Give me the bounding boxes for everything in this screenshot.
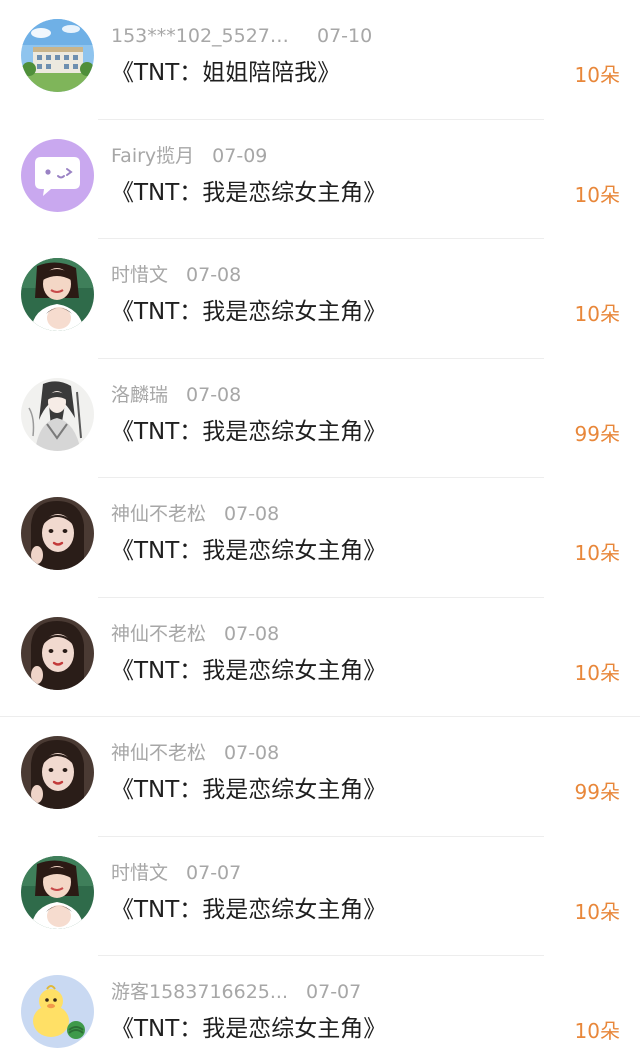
meta-line: 时惜文 07-07	[111, 860, 241, 886]
post-date: 07-07	[186, 861, 242, 884]
username[interactable]: 游客1583716625...	[111, 979, 288, 1005]
list-item[interactable]: 神仙不老松 07-08 《TNT：我是恋综女主角》 99朵	[0, 717, 640, 837]
girl-portrait-avatar-icon[interactable]	[21, 736, 94, 809]
gift-record-list: 153***102_55276... 07-10 《TNT：姐姐陪陪我》 10朵 …	[0, 0, 640, 1055]
meta-line: Fairy揽月 07-09	[111, 143, 267, 169]
username[interactable]: 洛麟瑞	[111, 382, 168, 408]
flower-count: 10朵	[574, 1019, 620, 1043]
book-title[interactable]: 《TNT：姐姐陪陪我》	[111, 57, 340, 89]
post-date: 07-10	[317, 25, 373, 47]
meta-line: 神仙不老松 07-08	[111, 621, 279, 647]
flower-count: 10朵	[574, 63, 620, 87]
list-item[interactable]: 游客1583716625... 07-07 《TNT：我是恋综女主角》 10朵	[0, 956, 640, 1055]
list-item[interactable]: 153***102_55276... 07-10 《TNT：姐姐陪陪我》 10朵	[0, 0, 640, 120]
username[interactable]: 时惜文	[111, 262, 168, 288]
username[interactable]: 时惜文	[111, 860, 168, 886]
post-date: 07-08	[224, 503, 280, 525]
ink-swordsman-avatar-icon[interactable]	[21, 377, 94, 451]
username[interactable]: 153***102_55276...	[111, 23, 299, 49]
list-item[interactable]: Fairy揽月 07-09 《TNT：我是恋综女主角》 10朵	[0, 120, 640, 239]
post-date: 07-08	[224, 742, 280, 764]
meta-line: 神仙不老松 07-08	[111, 740, 279, 766]
list-item[interactable]: 时惜文 07-07 《TNT：我是恋综女主角》 10朵	[0, 837, 640, 956]
school-building-avatar-icon[interactable]	[21, 19, 94, 92]
purple-chat-bubble-avatar-icon[interactable]	[21, 138, 94, 212]
book-title[interactable]: 《TNT：我是恋综女主角》	[111, 655, 386, 687]
meta-line: 153***102_55276... 07-10	[111, 23, 372, 49]
flower-count: 10朵	[574, 541, 620, 565]
username[interactable]: 神仙不老松	[111, 740, 206, 766]
book-title[interactable]: 《TNT：我是恋综女主角》	[111, 535, 386, 567]
list-item[interactable]: 时惜文 07-08 《TNT：我是恋综女主角》 10朵	[0, 239, 640, 359]
book-title[interactable]: 《TNT：我是恋综女主角》	[111, 774, 386, 806]
yellow-duck-avatar-icon[interactable]	[21, 975, 94, 1048]
list-item[interactable]: 洛麟瑞 07-08 《TNT：我是恋综女主角》 99朵	[0, 359, 640, 478]
meta-line: 时惜文 07-08	[111, 262, 241, 288]
list-item[interactable]: 神仙不老松 07-08 《TNT：我是恋综女主角》 10朵	[0, 478, 640, 598]
list-item[interactable]: 神仙不老松 07-08 《TNT：我是恋综女主角》 10朵	[0, 598, 640, 717]
post-date: 07-08	[224, 622, 280, 645]
flower-count: 99朵	[574, 780, 620, 804]
book-title[interactable]: 《TNT：我是恋综女主角》	[111, 1013, 386, 1045]
book-title[interactable]: 《TNT：我是恋综女主角》	[111, 894, 386, 926]
book-title[interactable]: 《TNT：我是恋综女主角》	[111, 416, 386, 448]
username[interactable]: 神仙不老松	[111, 501, 206, 527]
post-date: 07-08	[186, 383, 242, 406]
book-title[interactable]: 《TNT：我是恋综女主角》	[111, 296, 386, 328]
meta-line: 神仙不老松 07-08	[111, 501, 279, 527]
two-girls-photo-avatar-icon[interactable]	[21, 258, 94, 331]
flower-count: 99朵	[574, 421, 620, 446]
flower-count: 10朵	[574, 302, 620, 326]
meta-line: 游客1583716625... 07-07	[111, 979, 361, 1005]
flower-count: 10朵	[574, 182, 620, 207]
girl-portrait-avatar-icon[interactable]	[21, 616, 94, 690]
two-girls-photo-avatar-icon[interactable]	[21, 855, 94, 929]
username[interactable]: 神仙不老松	[111, 621, 206, 647]
username[interactable]: Fairy揽月	[111, 143, 194, 169]
book-title[interactable]: 《TNT：我是恋综女主角》	[111, 177, 386, 209]
flower-count: 10朵	[574, 899, 620, 924]
girl-portrait-avatar-icon[interactable]	[21, 497, 94, 570]
meta-line: 洛麟瑞 07-08	[111, 382, 241, 408]
post-date: 07-08	[186, 264, 242, 286]
flower-count: 10朵	[574, 660, 620, 685]
post-date: 07-09	[212, 144, 268, 167]
post-date: 07-07	[306, 981, 362, 1003]
